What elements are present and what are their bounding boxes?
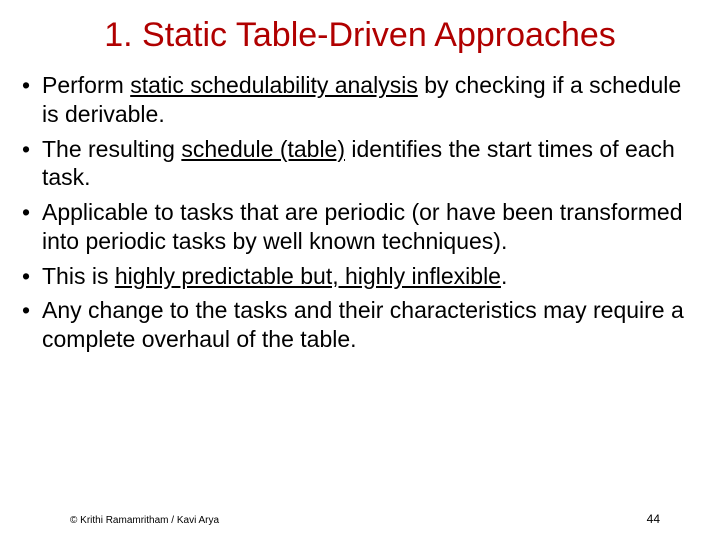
list-item: Any change to the tasks and their charac…: [18, 296, 702, 354]
list-item: Perform static schedulability analysis b…: [18, 71, 702, 129]
list-item: The resulting schedule (table) identifie…: [18, 135, 702, 193]
bullet-list: Perform static schedulability analysis b…: [18, 71, 702, 354]
list-item: This is highly predictable but, highly i…: [18, 262, 702, 291]
list-item: Applicable to tasks that are periodic (o…: [18, 198, 702, 256]
footer: © Krithi Ramamritham / Kavi Arya 44: [0, 508, 720, 526]
page-number: 44: [647, 512, 660, 526]
underlined-text: static schedulability analysis: [130, 72, 418, 98]
underlined-text: highly predictable but, highly inflexibl…: [115, 263, 501, 289]
bullet-text: Applicable to tasks that are periodic (o…: [42, 199, 683, 254]
bullet-text: Any change to the tasks and their charac…: [42, 297, 684, 352]
underlined-text: schedule (table): [181, 136, 345, 162]
bullet-text: The resulting: [42, 136, 181, 162]
slide: 1. Static Table-Driven Approaches Perfor…: [0, 0, 720, 540]
bullet-text: Perform: [42, 72, 130, 98]
bullet-text: .: [501, 263, 507, 289]
slide-title: 1. Static Table-Driven Approaches: [0, 0, 720, 63]
bullet-text: This is: [42, 263, 115, 289]
copyright-text: © Krithi Ramamritham / Kavi Arya: [70, 515, 219, 526]
